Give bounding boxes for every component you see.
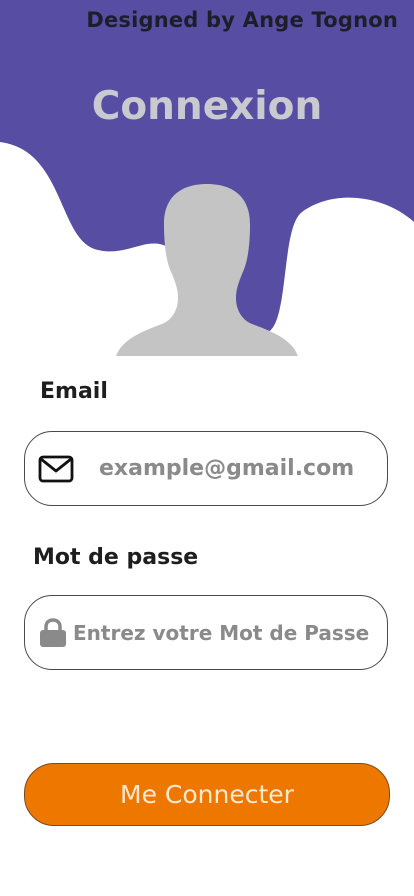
- password-field-container[interactable]: [24, 595, 388, 670]
- email-field-container[interactable]: [24, 431, 388, 506]
- email-label: Email: [40, 379, 108, 404]
- password-label: Mot de passe: [33, 545, 199, 570]
- password-input[interactable]: [73, 596, 373, 669]
- lock-icon: [40, 617, 66, 647]
- avatar-placeholder-icon: [116, 184, 298, 356]
- page-title: Connexion: [91, 84, 323, 129]
- mail-icon: [38, 455, 74, 482]
- login-button[interactable]: Me Connecter: [24, 763, 390, 826]
- email-input[interactable]: [99, 432, 369, 505]
- designer-credit: Designed by Ange Tognon: [86, 8, 398, 32]
